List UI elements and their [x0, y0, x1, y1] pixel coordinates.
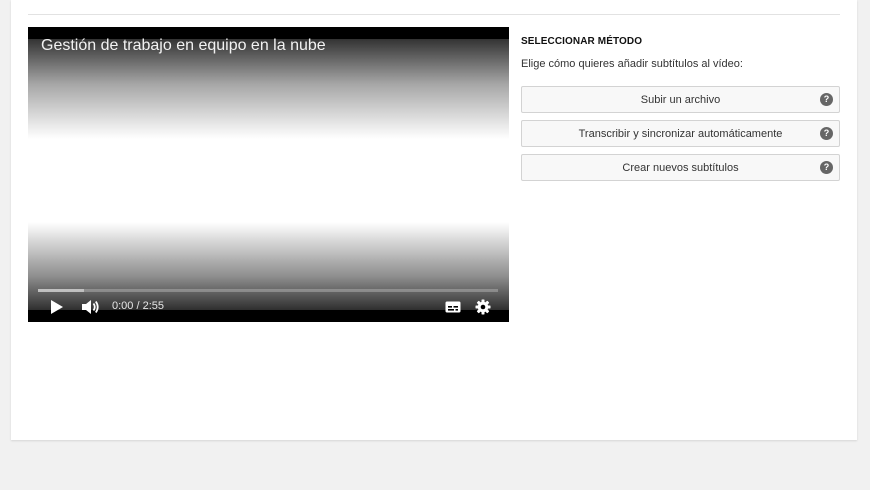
subtitles-button[interactable]	[444, 299, 462, 315]
video-title[interactable]: Gestión de trabajo en equipo en la nube	[41, 37, 326, 55]
settings-button[interactable]	[474, 298, 492, 316]
panel-description: Elige cómo quieres añadir subtítulos al …	[521, 58, 743, 70]
play-button[interactable]	[48, 298, 66, 316]
help-icon[interactable]: ?	[820, 127, 833, 140]
time-display: 0:00 / 2:55	[112, 300, 164, 312]
top-divider	[28, 14, 840, 15]
top-cut-off-text: · · · · · · · · · · · · · · · ·	[28, 0, 298, 3]
panel-heading: SELECCIONAR MÉTODO	[521, 36, 643, 47]
cut-off-heading: · · · · · · · · · · · · · · · ·	[28, 0, 298, 3]
volume-icon	[82, 300, 99, 314]
volume-button[interactable]	[81, 298, 101, 316]
upload-file-label: Subir un archivo	[640, 93, 721, 106]
progress-bar[interactable]	[38, 289, 498, 292]
auto-sync-button[interactable]: Transcribir y sincronizar automáticament…	[521, 120, 840, 147]
gear-icon	[475, 299, 491, 315]
method-panel: SELECCIONAR MÉTODO Elige cómo quieres añ…	[521, 36, 840, 181]
progress-loaded	[38, 289, 84, 292]
create-subtitles-label: Crear nuevos subtítulos	[622, 161, 739, 174]
create-subtitles-button[interactable]: Crear nuevos subtítulos ?	[521, 154, 840, 181]
help-icon[interactable]: ?	[820, 161, 833, 174]
upload-file-button[interactable]: Subir un archivo ?	[521, 86, 840, 113]
help-icon[interactable]: ?	[820, 93, 833, 106]
subtitles-icon	[445, 301, 461, 313]
video-player[interactable]: Gestión de trabajo en equipo en la nube …	[28, 27, 509, 322]
auto-sync-label: Transcribir y sincronizar automáticament…	[578, 127, 783, 140]
play-icon	[51, 300, 63, 314]
